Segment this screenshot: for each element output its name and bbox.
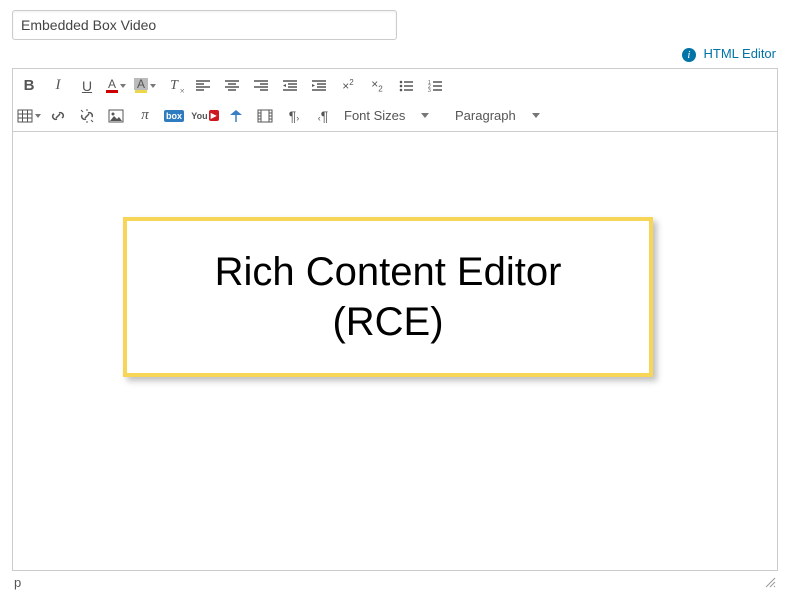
font-size-label: Font Sizes <box>344 108 405 123</box>
italic-button[interactable]: I <box>44 73 72 99</box>
equation-button[interactable]: π <box>131 103 159 129</box>
info-icon: i <box>682 48 696 62</box>
media-button[interactable] <box>251 103 279 129</box>
paragraph-dropdown[interactable]: Paragraph <box>449 103 559 129</box>
clear-formatting-button[interactable]: T× <box>160 73 188 99</box>
bullet-list-button[interactable] <box>392 73 420 99</box>
svg-text:3: 3 <box>428 88 431 94</box>
resize-handle[interactable] <box>764 576 776 588</box>
box-button[interactable]: box <box>160 103 188 129</box>
annotation-callout: Rich Content Editor (RCE) <box>123 217 653 377</box>
align-right-button[interactable] <box>247 73 275 99</box>
paragraph-label: Paragraph <box>455 108 516 123</box>
text-color-button[interactable]: A <box>102 73 130 99</box>
rce-content-area[interactable]: Rich Content Editor (RCE) <box>12 131 778 571</box>
align-left-button[interactable] <box>189 73 217 99</box>
rce-toolbar: B I U A A T× ×2 ×2 <box>12 68 778 131</box>
align-center-button[interactable] <box>218 73 246 99</box>
bold-button[interactable]: B <box>15 73 43 99</box>
lti-tool-button[interactable] <box>222 103 250 129</box>
table-button[interactable] <box>15 103 43 129</box>
indent-button[interactable] <box>305 73 333 99</box>
outdent-button[interactable] <box>276 73 304 99</box>
link-button[interactable] <box>44 103 72 129</box>
bg-color-button[interactable]: A <box>131 73 159 99</box>
caret-down-icon <box>421 113 429 118</box>
caret-down-icon <box>532 113 540 118</box>
underline-button[interactable]: U <box>73 73 101 99</box>
image-button[interactable] <box>102 103 130 129</box>
youtube-button[interactable]: You▶ <box>189 103 221 129</box>
font-size-dropdown[interactable]: Font Sizes <box>338 103 448 129</box>
rtl-button[interactable]: ‹¶ <box>309 103 337 129</box>
ltr-button[interactable]: ¶› <box>280 103 308 129</box>
page-title-input[interactable] <box>12 10 397 40</box>
numbered-list-button[interactable]: 123 <box>421 73 449 99</box>
element-path[interactable]: p <box>14 575 21 590</box>
unlink-button[interactable] <box>73 103 101 129</box>
subscript-button[interactable]: ×2 <box>363 73 391 99</box>
annotation-text: Rich Content Editor (RCE) <box>215 247 562 347</box>
superscript-button[interactable]: ×2 <box>334 73 362 99</box>
html-editor-link[interactable]: HTML Editor <box>704 46 776 61</box>
